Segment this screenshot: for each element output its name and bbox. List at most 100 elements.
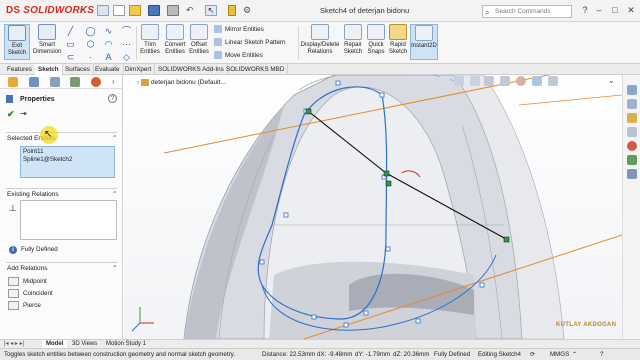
linear-sketch-pattern-button[interactable]: Linear Sketch Pattern xyxy=(214,37,286,49)
hide-show-items-icon[interactable] xyxy=(500,76,510,86)
feature-tree-icon[interactable] xyxy=(8,77,18,87)
options-gear-icon[interactable]: ⚙ xyxy=(243,5,255,16)
chevron-right-icon[interactable]: › xyxy=(112,77,115,86)
display-style-icon[interactable] xyxy=(484,76,494,86)
smart-dimension-button[interactable]: Smart Dimension xyxy=(33,24,61,56)
search-input[interactable]: ⌕ Search Commands xyxy=(482,5,572,18)
display-delete-relations-button[interactable]: Display/Delete Relations xyxy=(300,24,340,56)
spline-point xyxy=(259,259,265,265)
centerline-tool-icon[interactable]: ⋯ xyxy=(121,39,132,50)
graphics-area[interactable]: ⌄ xyxy=(124,75,622,339)
rebuild-status-icon[interactable]: ⟳ xyxy=(530,349,535,360)
convert-entities-button[interactable]: Convert Entities xyxy=(163,24,187,56)
edit-appearance-icon[interactable] xyxy=(516,76,526,86)
midpoint-relation-button[interactable]: Midpoint xyxy=(8,277,47,286)
tab-features[interactable]: Features xyxy=(4,64,36,75)
dimxpert-manager-icon[interactable] xyxy=(70,77,80,87)
arc-tool-icon[interactable]: ◠ xyxy=(103,39,114,50)
mirror-entities-button[interactable]: Mirror Entities xyxy=(214,24,264,36)
tab-surfaces[interactable]: Surfaces xyxy=(62,64,94,75)
tab-solidworks-add-ins[interactable]: SOLIDWORKS Add-Ins xyxy=(155,64,228,75)
pierce-relation-button[interactable]: Pierce xyxy=(8,301,41,310)
add-relations-header[interactable]: Add Relations xyxy=(7,265,47,272)
help-icon[interactable]: ? xyxy=(600,349,603,360)
apply-scene-icon[interactable] xyxy=(532,76,542,86)
print-icon[interactable] xyxy=(167,5,179,16)
close-button[interactable]: ✕ xyxy=(624,3,638,17)
file-explorer-icon[interactable] xyxy=(627,113,637,123)
collapse-icon[interactable]: ⌃ xyxy=(112,134,117,142)
pin-icon[interactable]: ⇥ xyxy=(20,109,27,118)
plane-tool-icon[interactable]: ◇ xyxy=(121,52,132,63)
rebuild-icon[interactable] xyxy=(228,5,236,16)
view-settings-icon[interactable] xyxy=(548,76,558,86)
open-folder-icon[interactable] xyxy=(129,5,141,16)
circle-tool-icon[interactable]: ◯ xyxy=(85,26,96,37)
home-icon[interactable] xyxy=(627,85,637,95)
zoom-area-icon[interactable] xyxy=(426,76,436,86)
new-document-icon[interactable] xyxy=(113,5,125,16)
selected-entities-list[interactable]: Point11 Spline1@Sketch2 xyxy=(20,146,115,178)
collapse-icon[interactable]: ⌃ xyxy=(112,264,117,272)
quick-snaps-button[interactable]: Quick Snaps xyxy=(366,24,386,56)
tab-solidworks-mbd[interactable]: SOLIDWORKS MBD xyxy=(223,64,289,75)
display-manager-icon[interactable] xyxy=(91,77,101,87)
view-orientation-icon[interactable] xyxy=(470,76,480,86)
existing-relations-list[interactable] xyxy=(20,200,117,240)
help-icon[interactable]: ? xyxy=(578,3,592,17)
feature-tree-flyout[interactable]: › deterjan bidonu (Default... xyxy=(137,79,226,86)
polygon-tool-icon[interactable]: ⬡ xyxy=(85,39,96,50)
existing-relations-header[interactable]: Existing Relations xyxy=(7,191,59,198)
section-view-icon[interactable] xyxy=(454,76,464,86)
list-item[interactable]: Spline1@Sketch2 xyxy=(23,156,112,164)
zoom-to-fit-icon[interactable] xyxy=(412,76,422,86)
mirror-icon xyxy=(214,25,222,34)
chevron-right-icon[interactable]: › xyxy=(80,5,90,17)
model-view[interactable] xyxy=(124,75,622,339)
units-selector[interactable]: MMGS xyxy=(550,349,569,360)
home-icon[interactable] xyxy=(97,5,109,16)
exit-sketch-icon xyxy=(8,25,26,41)
view-palette-icon[interactable] xyxy=(627,127,637,137)
expand-icon[interactable]: ⌄ xyxy=(608,76,615,85)
spline-tool-icon[interactable]: ∿ xyxy=(103,26,114,37)
configuration-manager-icon[interactable] xyxy=(50,77,60,87)
repair-sketch-button[interactable]: Repair Sketch xyxy=(342,24,364,56)
slot-tool-icon[interactable]: ⊂ xyxy=(65,52,76,63)
select-arrow-icon[interactable]: ↖ xyxy=(205,5,217,16)
maximize-button[interactable]: □ xyxy=(608,3,622,17)
linear-pattern-icon xyxy=(214,38,222,47)
minimize-button[interactable]: – xyxy=(592,3,606,17)
line-tool-icon[interactable]: ╱ xyxy=(65,26,76,37)
ok-check-icon[interactable]: ✔ xyxy=(7,109,15,120)
nav-arrows[interactable]: |◂ ◂ ▸ ▸| xyxy=(4,340,24,347)
fillet-tool-icon[interactable]: ⌒ xyxy=(121,26,132,37)
undo-icon[interactable]: ↶ xyxy=(186,5,198,16)
coincident-relation-button[interactable]: Coincident xyxy=(8,289,53,298)
tab-sketch[interactable]: Sketch xyxy=(35,64,63,75)
relation-perpendicular-icon: ⊥ xyxy=(9,203,17,213)
move-entities-button[interactable]: Move Entities xyxy=(214,50,263,62)
text-tool-icon[interactable]: A xyxy=(103,52,114,63)
save-icon[interactable] xyxy=(148,5,160,16)
property-manager-icon[interactable] xyxy=(29,77,39,87)
spline-point xyxy=(479,282,485,288)
trim-entities-button[interactable]: Trim Entities xyxy=(138,24,162,56)
rapid-sketch-button[interactable]: Rapid Sketch xyxy=(388,24,408,56)
exit-sketch-button[interactable]: Exit Sketch xyxy=(4,24,30,60)
chevron-up-icon[interactable]: ⌃ xyxy=(572,349,577,360)
offset-entities-button[interactable]: Offset Entities xyxy=(188,24,210,56)
point-tool-icon[interactable]: · xyxy=(85,52,96,63)
design-library-icon[interactable] xyxy=(627,99,637,109)
list-item[interactable]: Point11 xyxy=(23,148,112,156)
solidworks-forum-icon[interactable] xyxy=(627,169,637,179)
collapse-icon[interactable]: ⌃ xyxy=(112,190,117,198)
custom-properties-icon[interactable] xyxy=(627,155,637,165)
rectangle-tool-icon[interactable]: ▭ xyxy=(65,39,76,50)
previous-view-icon[interactable] xyxy=(440,76,450,86)
tab-evaluate[interactable]: Evaluate xyxy=(92,64,124,75)
tab-dimxpert[interactable]: DimXpert xyxy=(122,64,156,75)
instant2d-button[interactable]: Instant2D xyxy=(410,24,438,60)
help-icon[interactable]: ? xyxy=(108,94,117,103)
appearances-icon[interactable] xyxy=(627,141,637,151)
